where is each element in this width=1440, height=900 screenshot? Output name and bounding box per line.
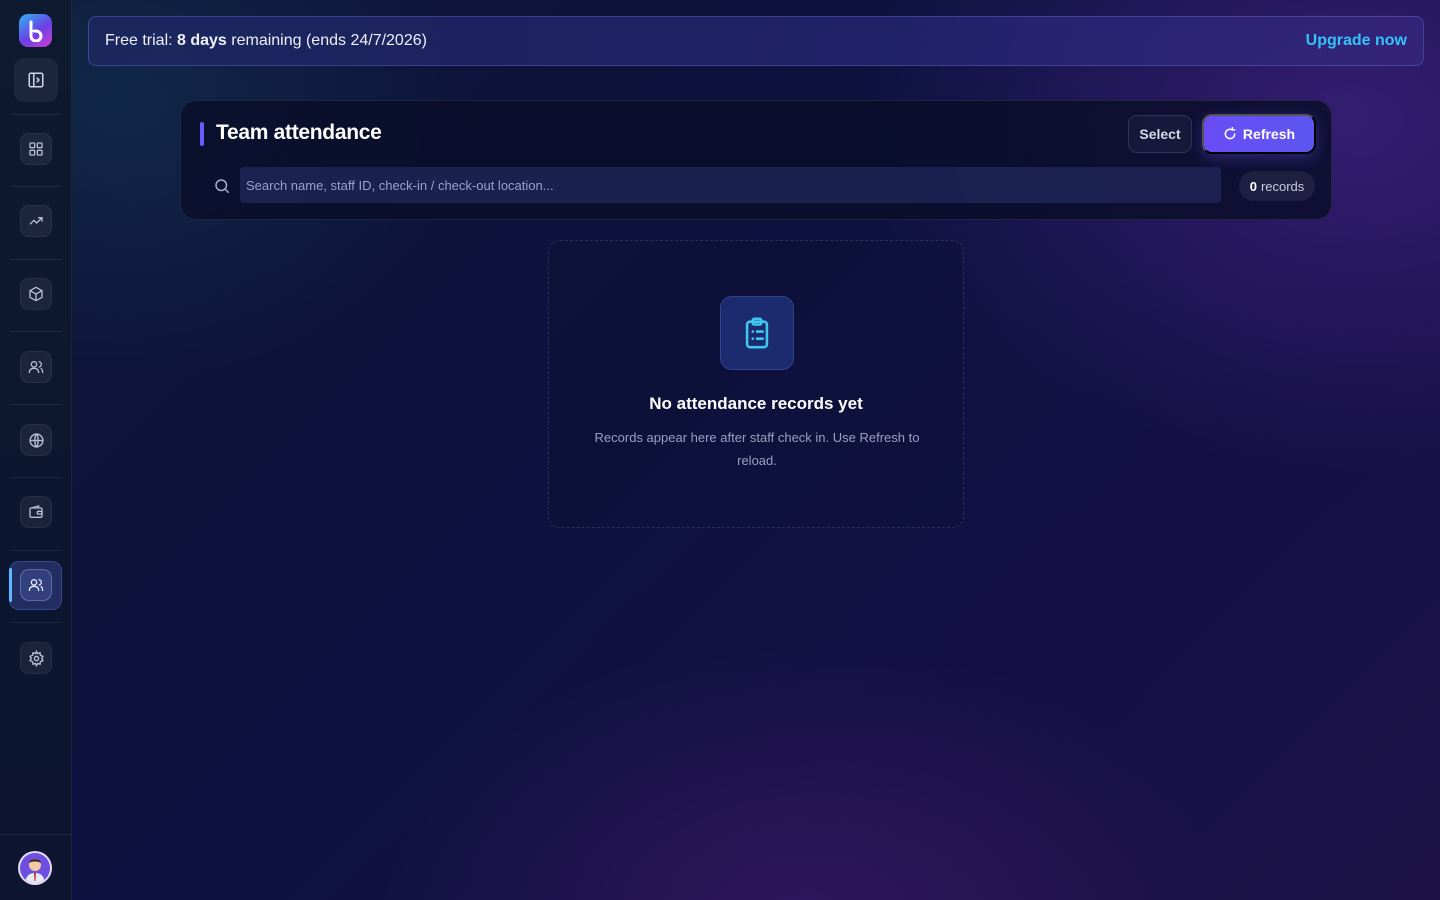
empty-state-description: Records appear here after staff check in… [594, 430, 920, 468]
trial-days: 8 days [177, 32, 227, 49]
sidebar-item-customers[interactable] [20, 351, 52, 383]
sidebar-item-website[interactable] [20, 424, 52, 456]
select-button[interactable]: Select [1128, 115, 1192, 153]
trial-suffix: remaining (ends 24/7/2026) [226, 32, 427, 49]
clipboard-list-icon [745, 317, 769, 349]
sidebar-toggle-button[interactable] [14, 58, 58, 102]
sidebar [0, 0, 72, 900]
divider [10, 550, 62, 551]
sidebar-item-settings[interactable] [20, 642, 52, 674]
divider [10, 259, 62, 260]
trial-banner: Free trial: 8 days remaining (ends 24/7/… [88, 16, 1424, 66]
sidebar-item-products[interactable] [20, 278, 52, 310]
divider [10, 404, 62, 405]
trending-up-icon [29, 217, 43, 225]
sidebar-item-wallet[interactable] [20, 496, 52, 528]
refresh-icon [1224, 127, 1236, 140]
records-label: records [1260, 178, 1305, 194]
records-count-badge: 0 records [1239, 171, 1315, 201]
box-icon [29, 286, 43, 302]
wallet-icon [29, 505, 43, 518]
active-indicator [9, 568, 12, 602]
search-input[interactable] [240, 167, 1221, 203]
divider [10, 331, 62, 332]
divider [10, 622, 62, 623]
avatar-icon [20, 853, 50, 883]
users-icon [28, 361, 44, 374]
refresh-button[interactable]: Refresh [1202, 114, 1316, 154]
divider [10, 186, 62, 187]
upgrade-now-link[interactable]: Upgrade now [1306, 32, 1407, 50]
app-logo[interactable] [19, 14, 52, 47]
trial-prefix: Free trial: [105, 32, 178, 49]
divider [0, 834, 72, 835]
sidebar-item-analytics[interactable] [20, 205, 52, 237]
attendance-card: Team attendance Select Refresh 0 records [180, 100, 1332, 220]
team-attendance-button[interactable] [20, 569, 52, 601]
divider [10, 114, 62, 115]
page-title: Team attendance [216, 121, 382, 144]
trial-banner-text: Free trial: 8 days remaining (ends 24/7/… [105, 32, 427, 50]
records-count: 0 [1249, 178, 1257, 194]
sidebar-item-dashboard[interactable] [20, 133, 52, 165]
user-avatar[interactable] [18, 851, 52, 885]
empty-state: No attendance records yet Records appear… [548, 240, 964, 528]
gear-icon [28, 649, 44, 667]
divider [10, 477, 62, 478]
grid-icon [29, 142, 43, 156]
globe-icon [28, 432, 44, 448]
empty-state-icon-box [720, 296, 794, 370]
search-icon [215, 179, 230, 194]
panel-left-icon [28, 72, 44, 88]
logo-icon [29, 20, 42, 42]
users-icon [28, 579, 44, 592]
refresh-label: Refresh [1242, 126, 1296, 142]
title-accent-bar [200, 122, 204, 146]
empty-state-title: No attendance records yet [649, 394, 863, 413]
